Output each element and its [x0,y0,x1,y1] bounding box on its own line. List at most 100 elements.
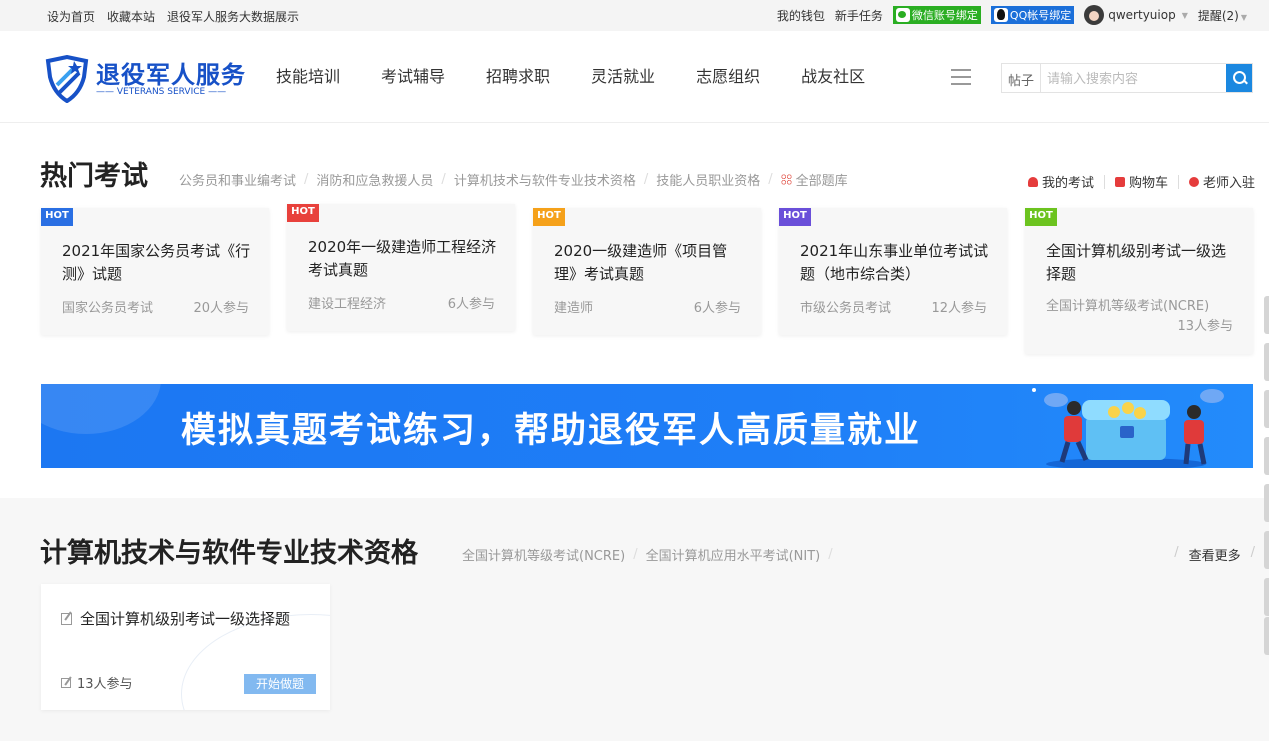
site-logo[interactable]: 退役军人服务 —— VETERANS SERVICE —— [44,53,246,107]
side-widget[interactable] [1264,578,1269,616]
bookmark-link[interactable]: 收藏本站 [107,8,155,25]
top-links: 设为首页 收藏本站 退役军人服务大数据展示 [47,8,299,25]
start-exam-button[interactable]: 开始做题 [244,674,316,694]
exam-item-count: 13人参与 [61,673,133,692]
exam-card-title: 2020年一级建造师工程经济考试真题 [308,238,497,279]
view-more: / 查看更多 / [1174,545,1255,564]
shield-logo-icon [45,55,89,103]
exam-card[interactable]: HOT 全国计算机级别考试一级选择题 全国计算机等级考试(NCRE) 13人参与 [1025,208,1253,354]
exam-card-count: 6人参与 [693,301,741,316]
nav-skill-training[interactable]: 技能培训 [276,63,340,87]
exam-card-category: 国家公务员考试 [62,301,154,316]
exam-card-title: 全国计算机级别考试一级选择题 [1046,242,1227,283]
exam-card-meta: 全国计算机等级考试(NCRE) 13人参与 [1046,297,1233,337]
side-widget[interactable] [1264,437,1269,475]
hot-badge: HOT [779,208,811,226]
exam-card[interactable]: HOT 2020一级建造师《项目管理》考试真题 建造师 6人参与 [533,208,761,335]
exam-card-count: 12人参与 [931,301,987,316]
side-widget[interactable] [1264,617,1269,655]
wechat-bind-button[interactable]: 微信账号绑定 [892,6,981,24]
hot-categories: 公务员和事业编考试 / 消防和应急救援人员 / 计算机技术与软件专业技术资格 / 技能… [179,170,848,189]
username: qwertyuiop [1108,8,1176,22]
hot-exams-title: 热门考试 [40,161,148,192]
nav-volunteer[interactable]: 志愿组织 [696,63,760,87]
exam-card[interactable]: HOT 2021年山东事业单位考试试题（地市综合类） 市级公务员考试 12人参与 [779,208,1007,335]
user-menu[interactable]: qwertyuiop ▼ [1084,5,1188,25]
search-box: 帖子 [1001,63,1253,93]
hot-badge: HOT [287,204,319,222]
exam-card[interactable]: HOT 2021年国家公务员考试《行测》试题 国家公务员考试 20人参与 [41,208,269,335]
exam-item-card[interactable]: 全国计算机级别考试一级选择题 13人参与 开始做题 [41,584,330,710]
exam-card-category: 全国计算机等级考试(NCRE) [1046,299,1210,314]
newbie-task-link[interactable]: 新手任务 [835,7,883,24]
side-widget[interactable] [1264,390,1269,428]
cart-link[interactable]: 购物车 [1114,172,1168,191]
hot-badge: HOT [41,208,73,226]
exam-card[interactable]: HOT 2020年一级建造师工程经济考试真题 建设工程经济 6人参与 [287,204,515,331]
category-fire-rescue[interactable]: 消防和应急救援人员 [316,170,433,189]
hot-badge: HOT [1025,208,1057,226]
exam-card-meta: 建设工程经济 6人参与 [308,293,495,312]
category-civil-service[interactable]: 公务员和事业编考试 [179,170,296,189]
logo-subtitle: —— VETERANS SERVICE —— [96,87,227,97]
promo-banner[interactable]: 模拟真题考试练习，帮助退役军人高质量就业 [41,384,1253,468]
subcat-ncre[interactable]: 全国计算机等级考试(NCRE) [462,545,625,564]
computer-section-title: 计算机技术与软件专业技术资格 [40,538,418,569]
side-widget[interactable] [1264,343,1269,381]
teacher-join-link[interactable]: 老师入驻 [1188,172,1255,191]
side-widget[interactable] [1264,484,1269,522]
category-all-questions[interactable]: 全部题库 [780,170,848,189]
avatar [1084,5,1105,25]
category-skill-cert[interactable]: 技能人员职业资格 [656,170,760,189]
nav-exam-tutoring[interactable]: 考试辅导 [381,63,445,87]
my-exams-link[interactable]: 我的考试 [1027,172,1094,191]
quick-links: 我的考试 购物车 老师入驻 [1027,172,1255,191]
wallet-link[interactable]: 我的钱包 [777,7,825,24]
qq-icon [993,8,1008,22]
logo-title: 退役军人服务 [96,61,246,89]
search-scope-select[interactable]: 帖子 [1002,64,1042,92]
exam-card-category: 市级公务员考试 [800,301,892,316]
side-widget[interactable] [1264,531,1269,569]
side-widget[interactable] [1264,296,1269,334]
cart-icon [1114,176,1125,187]
exam-card-title: 2021年山东事业单位考试试题（地市综合类） [800,242,989,283]
site-header: 退役军人服务 —— VETERANS SERVICE —— 技能培训 考试辅导 … [0,31,1269,123]
set-homepage-link[interactable]: 设为首页 [47,8,95,25]
search-input[interactable] [1041,64,1226,92]
search-button[interactable] [1226,64,1252,92]
chevron-down-icon: ▼ [1181,10,1188,20]
exam-card-meta: 国家公务员考试 20人参与 [62,297,249,316]
user-icon [1027,176,1038,187]
exam-card-title: 2021年国家公务员考试《行测》试题 [62,242,251,283]
nav-flexible-employment[interactable]: 灵活就业 [591,63,655,87]
exam-card-category: 建造师 [554,301,594,316]
exam-card-category: 建设工程经济 [308,297,387,312]
exam-card-meta: 市级公务员考试 12人参与 [800,297,987,316]
bigdata-link[interactable]: 退役军人服务大数据展示 [167,8,299,25]
view-more-link[interactable]: 查看更多 [1189,545,1241,564]
wechat-bind-label: 微信账号绑定 [911,9,978,22]
grid-icon [780,174,792,185]
subcat-nit[interactable]: 全国计算机应用水平考试(NIT) [646,545,821,564]
edit-icon [61,677,71,688]
nav-community[interactable]: 战友社区 [801,63,865,87]
exam-card-count: 20人参与 [193,301,249,316]
teacher-icon [1188,176,1199,187]
treasure-chest-illustration [1032,388,1224,468]
user-toolbar: 我的钱包 新手任务 微信账号绑定 QQ帐号绑定 qwertyuiop ▼ 提醒(… [777,5,1247,25]
exam-card-count: 6人参与 [447,297,495,312]
category-computer-tech[interactable]: 计算机技术与软件专业技术资格 [454,170,636,189]
exam-card-count: 13人参与 [1177,319,1233,334]
banner-text: 模拟真题考试练习，帮助退役军人高质量就业 [181,411,922,451]
reminder-menu[interactable]: 提醒(2) ▼ [1198,7,1247,24]
menu-list-icon[interactable] [951,69,971,87]
nav-recruitment[interactable]: 招聘求职 [486,63,550,87]
qq-bind-button[interactable]: QQ帐号绑定 [990,6,1075,24]
exam-card-title: 2020一级建造师《项目管理》考试真题 [554,242,728,283]
chevron-down-icon: ▼ [1240,12,1247,22]
banner-decoration [41,384,161,434]
exam-card-meta: 建造师 6人参与 [554,297,741,316]
top-bar: 设为首页 收藏本站 退役军人服务大数据展示 我的钱包 新手任务 微信账号绑定 Q… [0,0,1269,31]
qq-bind-label: QQ帐号绑定 [1009,9,1072,22]
